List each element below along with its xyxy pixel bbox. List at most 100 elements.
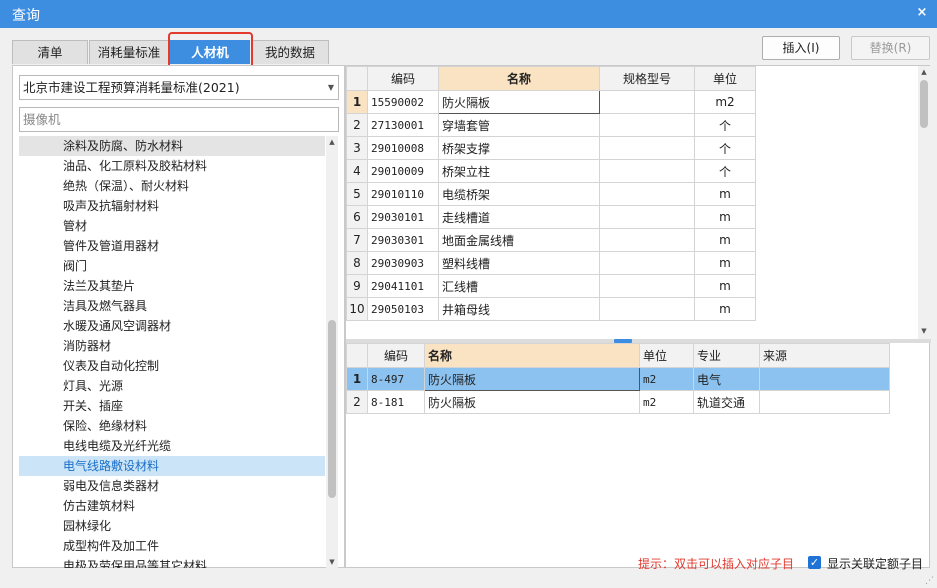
table-row[interactable]: 1 15590002 防火隔板 m2 (346, 90, 756, 114)
row-number: 2 (346, 390, 368, 414)
cell-code: 29030101 (367, 205, 439, 229)
table-row[interactable]: 10 29050103 井箱母线 m (346, 297, 756, 321)
scroll-down-icon[interactable]: ▼ (918, 325, 930, 337)
cell-spec (599, 228, 695, 252)
resize-grip-icon[interactable]: ⋰ (925, 576, 935, 586)
cell-spec (599, 274, 695, 298)
quota-table: 编码 名称 单位 专业 来源 1 8-497 防火隔板 m2 电气 2 8-181 防火隔板 m… (346, 343, 890, 414)
tab-my-data[interactable]: 我的数据 (251, 40, 329, 64)
cell-unit: 个 (694, 159, 756, 183)
category-item[interactable]: 管材 (19, 216, 325, 236)
row-number: 10 (346, 297, 368, 321)
column-header-name[interactable]: 名称 (424, 343, 640, 368)
cell-unit: 个 (694, 136, 756, 160)
column-header-source[interactable]: 来源 (759, 343, 890, 368)
cell-spec (599, 113, 695, 137)
category-item[interactable]: 弱电及信息类器材 (19, 476, 325, 496)
cell-name: 防火隔板 (438, 90, 600, 114)
scroll-thumb[interactable] (920, 80, 928, 128)
table-row[interactable]: 7 29030301 地面金属线槽 m (346, 228, 756, 252)
column-header-unit[interactable]: 单位 (694, 66, 756, 91)
category-item[interactable]: 法兰及其垫片 (19, 276, 325, 296)
table-scrollbar[interactable]: ▲ ▼ (918, 66, 930, 339)
cell-name: 走线槽道 (438, 205, 600, 229)
category-scrollbar[interactable]: ▲ ▼ (326, 136, 338, 568)
cell-unit: 个 (694, 113, 756, 137)
table-row[interactable]: 3 29010008 桥架支撑 个 (346, 136, 756, 160)
cell-unit: m (694, 251, 756, 275)
table-row[interactable]: 8 29030903 塑料线槽 m (346, 251, 756, 275)
show-linked-label[interactable]: 显示关联定额子目 (827, 555, 923, 572)
category-list: 涂料及防腐、防水材料 油品、化工原料及胶粘材料 绝热（保温）、耐火材料 吸声及抗辐射材… (19, 136, 325, 568)
cell-code: 15590002 (367, 90, 439, 114)
column-header-name[interactable]: 名称 (438, 66, 600, 91)
row-number-header (346, 66, 368, 91)
table-row[interactable]: 2 8-181 防火隔板 m2 轨道交通 (346, 390, 890, 414)
cell-code: 27130001 (367, 113, 439, 137)
cell-name: 桥架支撑 (438, 136, 600, 160)
category-item[interactable]: 电极及劳保用品等其它材料 (19, 556, 325, 568)
cell-spec (599, 205, 695, 229)
table-row[interactable]: 4 29010009 桥架立柱 个 (346, 159, 756, 183)
category-item[interactable]: 水暖及通风空调器材 (19, 316, 325, 336)
category-item[interactable]: 涂料及防腐、防水材料 (19, 136, 325, 156)
cell-spec (599, 182, 695, 206)
cell-spec (599, 297, 695, 321)
category-item[interactable]: 电线电缆及光纤光缆 (19, 436, 325, 456)
category-item[interactable]: 电气线路敷设材料 (19, 456, 325, 476)
column-header-unit[interactable]: 单位 (639, 343, 694, 368)
table-row[interactable]: 9 29041101 汇线槽 m (346, 274, 756, 298)
scroll-thumb[interactable] (328, 320, 336, 498)
cell-major: 电气 (693, 367, 760, 391)
cell-code: 29010008 (367, 136, 439, 160)
cell-code: 29041101 (367, 274, 439, 298)
cell-code: 29010009 (367, 159, 439, 183)
table-row[interactable]: 2 27130001 穿墙套管 个 (346, 113, 756, 137)
insert-button[interactable]: 插入(I) (762, 36, 840, 60)
category-item[interactable]: 绝热（保温）、耐火材料 (19, 176, 325, 196)
category-item[interactable]: 洁具及燃气器具 (19, 296, 325, 316)
category-item[interactable]: 成型构件及加工件 (19, 536, 325, 556)
table-row[interactable]: 1 8-497 防火隔板 m2 电气 (346, 367, 890, 391)
cell-code: 8-181 (367, 390, 425, 414)
column-header-code[interactable]: 编码 (367, 343, 425, 368)
cell-name: 防火隔板 (424, 390, 640, 414)
table-row[interactable]: 6 29030101 走线槽道 m (346, 205, 756, 229)
search-input[interactable]: 摄像机 (19, 107, 339, 132)
cell-spec (599, 251, 695, 275)
cell-unit: m (694, 228, 756, 252)
cell-source (759, 390, 890, 414)
tab-consumption-standard[interactable]: 消耗量标准 (89, 40, 169, 64)
cell-name: 地面金属线槽 (438, 228, 600, 252)
category-item[interactable]: 园林绿化 (19, 516, 325, 536)
row-number: 2 (346, 113, 368, 137)
category-item[interactable]: 仿古建筑材料 (19, 496, 325, 516)
close-icon[interactable]: × (913, 4, 931, 22)
category-item[interactable]: 开关、插座 (19, 396, 325, 416)
tab-bill[interactable]: 清单 (12, 40, 88, 64)
category-item[interactable]: 仪表及自动化控制 (19, 356, 325, 376)
category-item[interactable]: 阀门 (19, 256, 325, 276)
standard-select[interactable]: 北京市建设工程预算消耗量标准(2021) ▼ (19, 75, 339, 100)
column-header-major[interactable]: 专业 (693, 343, 760, 368)
category-item[interactable]: 保险、绝缘材料 (19, 416, 325, 436)
cell-name: 防火隔板 (424, 367, 640, 391)
cell-spec (599, 90, 695, 114)
column-header-spec[interactable]: 规格型号 (599, 66, 695, 91)
category-item[interactable]: 消防器材 (19, 336, 325, 356)
scroll-up-icon[interactable]: ▲ (918, 66, 930, 78)
replace-button[interactable]: 替换(R) (851, 36, 930, 60)
row-number: 8 (346, 251, 368, 275)
category-item[interactable]: 吸声及抗辐射材料 (19, 196, 325, 216)
row-number: 5 (346, 182, 368, 206)
category-item[interactable]: 油品、化工原料及胶粘材料 (19, 156, 325, 176)
scroll-up-icon[interactable]: ▲ (326, 136, 338, 148)
scroll-down-icon[interactable]: ▼ (326, 556, 338, 568)
column-header-code[interactable]: 编码 (367, 66, 439, 91)
show-linked-checkbox[interactable]: ✓ (808, 556, 821, 569)
right-panel: 编码 名称 规格型号 单位 1 15590002 防火隔板 m2 2 27130001 穿墙… (345, 65, 931, 568)
window-title: 查询 (12, 8, 40, 24)
category-item[interactable]: 管件及管道用器材 (19, 236, 325, 256)
category-item[interactable]: 灯具、光源 (19, 376, 325, 396)
table-row[interactable]: 5 29010110 电缆桥架 m (346, 182, 756, 206)
